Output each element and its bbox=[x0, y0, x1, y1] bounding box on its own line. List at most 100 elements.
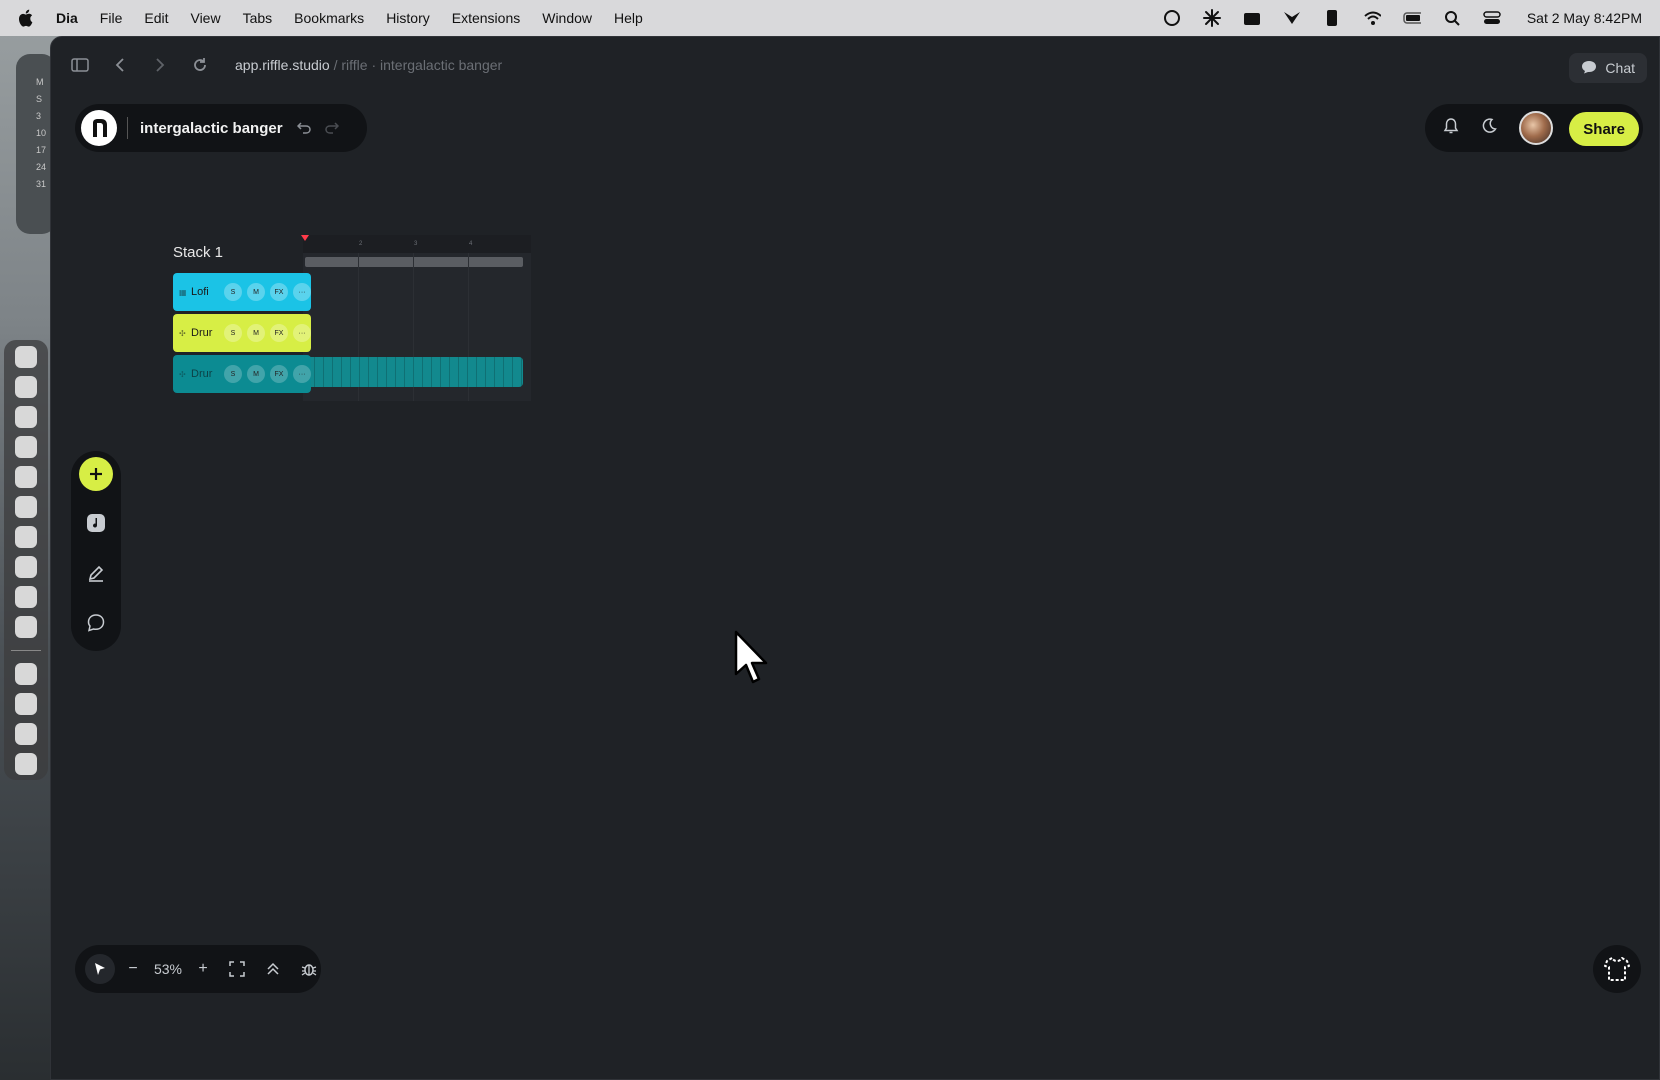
more-button[interactable]: ··· bbox=[293, 365, 311, 383]
track-header-lofi[interactable]: ▦ Lofi S M FX ··· bbox=[173, 273, 311, 311]
pencil-icon[interactable] bbox=[78, 555, 114, 591]
menu-app-name[interactable]: Dia bbox=[56, 10, 78, 26]
dock-messages-icon[interactable] bbox=[15, 376, 37, 398]
avatar[interactable] bbox=[1519, 111, 1553, 145]
music-note-icon[interactable] bbox=[78, 505, 114, 541]
fx-button[interactable]: FX bbox=[270, 324, 288, 342]
menu-window[interactable]: Window bbox=[542, 10, 592, 26]
menu-bookmarks[interactable]: Bookmarks bbox=[294, 10, 364, 26]
sparkle-icon[interactable] bbox=[1202, 9, 1221, 27]
zoom-out-button[interactable]: − bbox=[123, 960, 143, 978]
comment-icon[interactable] bbox=[78, 605, 114, 641]
stack-title[interactable]: Stack 1 bbox=[173, 244, 223, 261]
browser-window: app.riffle.studio / riffle · intergalact… bbox=[50, 36, 1660, 1080]
status-area: Sat 2 May 8:42PM bbox=[1163, 9, 1642, 27]
bug-icon[interactable] bbox=[297, 961, 321, 977]
drum-icon: ✣ bbox=[179, 328, 186, 338]
battery-app-icon[interactable] bbox=[1323, 9, 1341, 27]
project-title[interactable]: intergalactic banger bbox=[140, 120, 283, 137]
fx-button[interactable]: FX bbox=[270, 283, 288, 301]
redo-icon[interactable] bbox=[324, 122, 339, 134]
audio-clip[interactable] bbox=[305, 357, 523, 387]
track-name[interactable]: Drur bbox=[191, 368, 219, 380]
ruler-tick: 4 bbox=[469, 241, 473, 247]
undo-icon[interactable] bbox=[296, 122, 311, 134]
fx-button[interactable]: FX bbox=[270, 365, 288, 383]
battery-icon[interactable] bbox=[1403, 9, 1421, 27]
dock-slack-icon[interactable] bbox=[15, 466, 37, 488]
menu-clock[interactable]: Sat 2 May 8:42PM bbox=[1527, 10, 1642, 26]
moon-icon[interactable] bbox=[1481, 117, 1497, 139]
help-button[interactable] bbox=[1593, 945, 1641, 993]
menu-history[interactable]: History bbox=[386, 10, 430, 26]
menu-file[interactable]: File bbox=[100, 10, 123, 26]
clapper-icon[interactable] bbox=[1243, 9, 1261, 27]
menu-view[interactable]: View bbox=[190, 10, 220, 26]
dock-app-icon[interactable] bbox=[15, 436, 37, 458]
share-button[interactable]: Share bbox=[1569, 112, 1639, 146]
keyboard-icon: ▦ bbox=[179, 287, 187, 297]
record-icon[interactable] bbox=[1163, 9, 1181, 27]
timeline-ruler[interactable]: 2 3 4 bbox=[303, 235, 531, 253]
track-header-drums-2[interactable]: ✣ Drur S M FX ··· bbox=[173, 355, 311, 393]
riffle-logo-icon[interactable] bbox=[81, 110, 117, 146]
solo-button[interactable]: S bbox=[224, 283, 242, 301]
more-button[interactable]: ··· bbox=[293, 283, 311, 301]
dock-trash-icon[interactable] bbox=[15, 753, 37, 775]
dock-whatsapp-icon[interactable] bbox=[15, 526, 37, 548]
menu-tabs[interactable]: Tabs bbox=[243, 10, 273, 26]
header-divider bbox=[127, 117, 128, 139]
track-name[interactable]: Lofi bbox=[191, 286, 219, 298]
chevrons-up-icon[interactable] bbox=[261, 962, 285, 976]
mute-button[interactable]: M bbox=[247, 283, 265, 301]
solo-button[interactable]: S bbox=[224, 324, 242, 342]
menu-help[interactable]: Help bbox=[614, 10, 643, 26]
more-button[interactable]: ··· bbox=[293, 324, 311, 342]
track-header-drums[interactable]: ✣ Drur S M FX ··· bbox=[173, 314, 311, 352]
track-name[interactable]: Drur bbox=[191, 327, 219, 339]
sidebar-toggle-icon[interactable] bbox=[69, 54, 91, 76]
bird-icon[interactable] bbox=[1283, 9, 1301, 27]
solo-button[interactable]: S bbox=[224, 365, 242, 383]
loop-region[interactable] bbox=[305, 257, 523, 267]
control-center-icon[interactable] bbox=[1483, 9, 1501, 27]
dock-app-icon[interactable] bbox=[15, 556, 37, 578]
pointer-tool-icon[interactable] bbox=[85, 954, 115, 984]
zoom-in-button[interactable]: + bbox=[193, 960, 213, 978]
playhead-marker[interactable] bbox=[301, 235, 309, 241]
wifi-icon[interactable] bbox=[1363, 9, 1381, 27]
ruler-tick: 3 bbox=[414, 241, 418, 247]
menu-extensions[interactable]: Extensions bbox=[452, 10, 520, 26]
chat-button[interactable]: Chat bbox=[1569, 53, 1647, 83]
bell-icon[interactable] bbox=[1443, 117, 1459, 140]
header-actions: Share bbox=[1425, 104, 1643, 152]
apple-icon[interactable] bbox=[18, 8, 36, 28]
stack-timeline[interactable]: 2 3 4 bbox=[301, 235, 531, 401]
menu-edit[interactable]: Edit bbox=[144, 10, 168, 26]
dock-app-icon[interactable] bbox=[15, 406, 37, 428]
url-path: / riffle · intergalactic banger bbox=[329, 57, 503, 73]
zoom-toolbar: − 53% + bbox=[75, 945, 321, 993]
zoom-level[interactable]: 53% bbox=[151, 961, 185, 977]
reload-icon[interactable] bbox=[189, 54, 211, 76]
forward-icon[interactable] bbox=[149, 54, 171, 76]
search-icon[interactable] bbox=[1443, 9, 1461, 27]
dock-claude-icon[interactable] bbox=[15, 586, 37, 608]
mute-button[interactable]: M bbox=[247, 365, 265, 383]
dock-window-icon[interactable] bbox=[15, 663, 37, 685]
dock-window-icon[interactable] bbox=[15, 693, 37, 715]
dock-app-icon[interactable] bbox=[15, 496, 37, 518]
plus-icon bbox=[90, 468, 102, 480]
dock-app-icon[interactable] bbox=[15, 616, 37, 638]
dock-window-icon[interactable] bbox=[15, 723, 37, 745]
add-button[interactable] bbox=[79, 457, 113, 491]
browser-toolbar: app.riffle.studio / riffle · intergalact… bbox=[51, 37, 1659, 93]
chat-label: Chat bbox=[1605, 60, 1635, 76]
address-bar[interactable]: app.riffle.studio / riffle · intergalact… bbox=[235, 57, 502, 73]
menu-bar: Dia File Edit View Tabs Bookmarks Histor… bbox=[0, 0, 1660, 36]
chat-bubble-icon bbox=[1581, 60, 1597, 77]
back-icon[interactable] bbox=[109, 54, 131, 76]
dock-finder-icon[interactable] bbox=[15, 346, 37, 368]
fit-screen-icon[interactable] bbox=[225, 961, 249, 977]
mute-button[interactable]: M bbox=[247, 324, 265, 342]
